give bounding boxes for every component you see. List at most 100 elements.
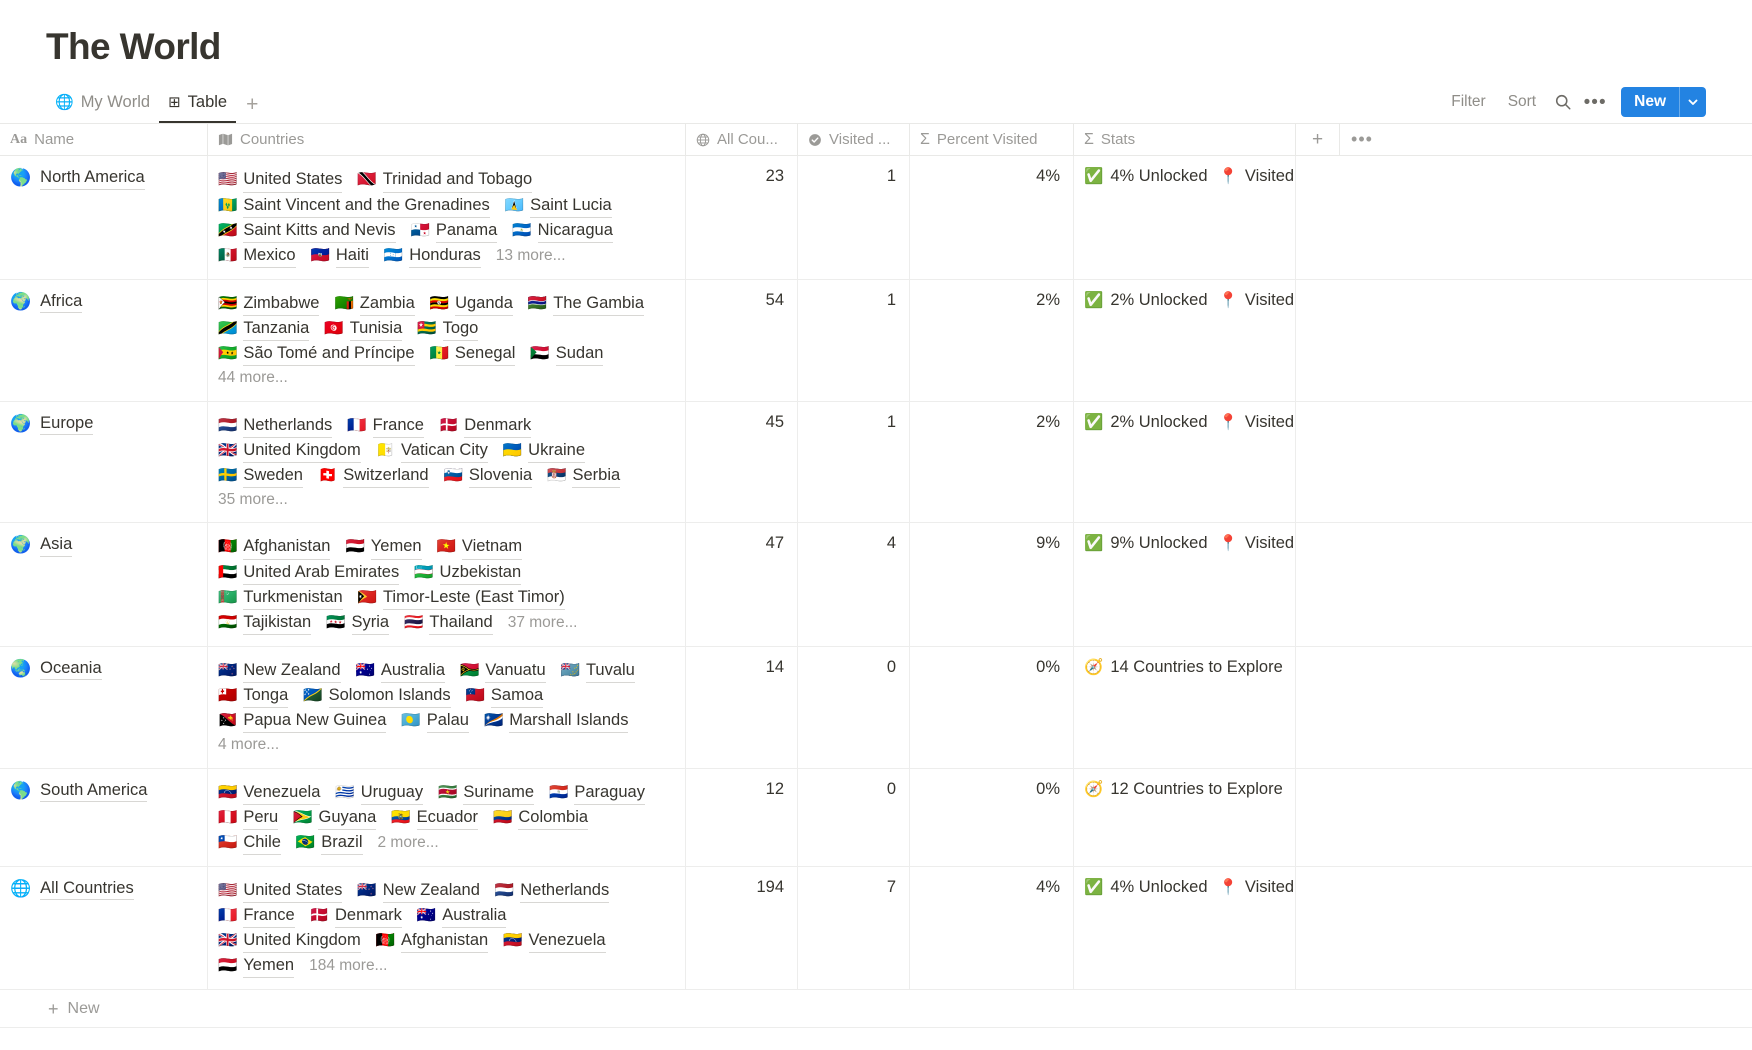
more-countries-link[interactable]: 35 more... — [218, 489, 288, 512]
cell-all-countries[interactable]: 14 — [686, 646, 798, 768]
country-chip[interactable]: 🇱🇨 Saint Lucia — [505, 193, 612, 218]
country-chip[interactable]: 🇨🇴 Colombia — [493, 805, 589, 830]
cell-countries[interactable]: 🇳🇱 Netherlands 🇫🇷 France 🇩🇰 Denmark 🇬🇧 United K… — [208, 401, 686, 523]
country-chip[interactable]: 🇫🇷 France — [347, 413, 424, 438]
new-row-button[interactable]: + New — [0, 990, 1752, 1029]
cell-countries[interactable]: 🇺🇸 United States 🇹🇹 Trinidad and Tobago 🇻🇨 Sa… — [208, 156, 686, 279]
search-icon[interactable] — [1547, 87, 1579, 117]
country-chip[interactable]: 🇵🇾 Paraguay — [549, 780, 645, 805]
cell-countries[interactable]: 🇳🇿 New Zealand 🇦🇺 Australia 🇻🇺 Vanuatu 🇹🇻 Tuval… — [208, 646, 686, 768]
cell-visited[interactable]: 0 — [798, 768, 910, 866]
country-chip[interactable]: 🇻🇪 Venezuela — [503, 928, 606, 954]
cell-visited[interactable]: 4 — [798, 523, 910, 646]
cell-stats[interactable]: 🧭 12 Countries to Explore — [1074, 768, 1296, 866]
column-header-visited[interactable]: Visited ... — [798, 123, 910, 157]
country-chip[interactable]: 🇺🇸 United States — [218, 878, 343, 903]
country-chip[interactable]: 🇦🇫 Afghanistan — [376, 928, 489, 954]
cell-countries[interactable]: 🇻🇪 Venezuela 🇺🇾 Uruguay 🇸🇷 Suriname 🇵🇾 Paraguay… — [208, 768, 686, 866]
country-chip[interactable]: 🇺🇾 Uruguay — [335, 780, 424, 805]
cell-percent-visited[interactable]: 0% — [910, 768, 1074, 866]
country-chip[interactable]: 🇹🇿 Tanzania — [218, 316, 310, 341]
country-chip[interactable]: 🇹🇬 Togo — [417, 316, 479, 341]
chevron-down-icon[interactable] — [1680, 87, 1706, 117]
country-chip[interactable]: 🇨🇭 Switzerland — [318, 463, 429, 488]
country-chip[interactable]: 🇸🇩 Sudan — [530, 341, 604, 366]
country-chip[interactable]: 🇻🇪 Venezuela — [218, 780, 321, 805]
country-chip[interactable]: 🇷🇸 Serbia — [547, 463, 621, 488]
country-chip[interactable]: 🇬🇾 Guyana — [293, 805, 377, 830]
table-row[interactable]: 🌍 Europe 🇳🇱 Netherlands 🇫🇷 France 🇩🇰 Denmark 🇬🇧 U… — [0, 401, 1752, 524]
more-countries-link[interactable]: 4 more... — [218, 734, 279, 757]
row-title-link[interactable]: North America — [40, 167, 145, 190]
country-chip[interactable]: 🇼🇸 Samoa — [466, 683, 544, 708]
country-chip[interactable]: 🇵🇬 Papua New Guinea — [218, 708, 387, 734]
cell-countries[interactable]: 🇦🇫 Afghanistan 🇾🇪 Yemen 🇻🇳 Vietnam 🇦🇪 United Ar… — [208, 523, 686, 646]
sort-button[interactable]: Sort — [1497, 89, 1547, 115]
country-chip[interactable]: 🇹🇲 Turkmenistan — [218, 585, 343, 610]
more-options-icon[interactable]: ••• — [1579, 87, 1611, 117]
column-header-percent-visited[interactable]: Σ Percent Visited — [910, 123, 1074, 157]
cell-name[interactable]: 🌎 South America — [0, 768, 208, 866]
filter-button[interactable]: Filter — [1440, 89, 1496, 115]
country-chip[interactable]: 🇩🇰 Denmark — [310, 903, 402, 929]
table-row[interactable]: 🌍 Asia 🇦🇫 Afghanistan 🇾🇪 Yemen 🇻🇳 Vietnam 🇦🇪 Unit… — [0, 523, 1752, 647]
table-row[interactable]: 🌍 Africa 🇿🇼 Zimbabwe 🇿🇲 Zambia 🇺🇬 Uganda 🇬🇲 The G… — [0, 279, 1752, 402]
country-chip[interactable]: 🇻🇨 Saint Vincent and the Grenadines — [218, 193, 490, 218]
cell-percent-visited[interactable]: 0% — [910, 646, 1074, 768]
country-chip[interactable]: 🇧🇷 Brazil — [296, 830, 363, 855]
more-countries-link[interactable]: 37 more... — [508, 612, 578, 635]
cell-name[interactable]: 🌍 Africa — [0, 279, 208, 401]
country-chip[interactable]: 🇬🇧 United Kingdom — [218, 928, 361, 954]
more-countries-link[interactable]: 44 more... — [218, 367, 288, 390]
tab-my-world[interactable]: 🌐 My World — [46, 89, 159, 123]
country-chip[interactable]: 🇦🇺 Australia — [356, 658, 446, 683]
cell-stats[interactable]: ✅ 4% Unlocked 📍 Visited 1 of — [1074, 156, 1296, 279]
cell-all-countries[interactable]: 23 — [686, 156, 798, 279]
column-header-stats[interactable]: Σ Stats — [1074, 123, 1296, 157]
new-button[interactable]: New — [1621, 87, 1679, 117]
table-row[interactable]: 🌎 South America 🇻🇪 Venezuela 🇺🇾 Uruguay 🇸🇷 Suri… — [0, 768, 1752, 867]
country-chip[interactable]: 🇸🇪 Sweden — [218, 463, 303, 488]
country-chip[interactable]: 🇿🇲 Zambia — [334, 291, 415, 316]
row-title-link[interactable]: Africa — [40, 291, 83, 314]
country-chip[interactable]: 🇨🇱 Chile — [218, 830, 281, 855]
cell-percent-visited[interactable]: 2% — [910, 401, 1074, 523]
country-chip[interactable]: 🇪🇨 Ecuador — [391, 805, 479, 830]
row-title-link[interactable]: South America — [40, 780, 148, 803]
country-chip[interactable]: 🇳🇿 New Zealand — [357, 878, 480, 903]
country-chip[interactable]: 🇬🇧 United Kingdom — [218, 438, 361, 463]
country-chip[interactable]: 🇲🇭 Marshall Islands — [484, 708, 629, 734]
row-title-link[interactable]: Oceania — [40, 658, 102, 681]
country-chip[interactable]: 🇸🇧 Solomon Islands — [303, 683, 451, 708]
country-chip[interactable]: 🇵🇼 Palau — [401, 708, 469, 734]
country-chip[interactable]: 🇻🇦 Vatican City — [376, 438, 488, 463]
country-chip[interactable]: 🇹🇳 Tunisia — [324, 316, 403, 341]
cell-countries[interactable]: 🇺🇸 United States 🇳🇿 New Zealand 🇳🇱 Netherland… — [208, 866, 686, 990]
country-chip[interactable]: 🇸🇷 Suriname — [438, 780, 535, 805]
country-chip[interactable]: 🇸🇹 São Tomé and Príncipe — [218, 341, 415, 366]
cell-stats[interactable]: ✅ 2% Unlocked 📍 Visited 1 of — [1074, 279, 1296, 401]
country-chip[interactable]: 🇺🇿 Uzbekistan — [414, 560, 522, 585]
country-chip[interactable]: 🇳🇱 Netherlands — [218, 413, 333, 438]
row-title-link[interactable]: Europe — [40, 413, 94, 436]
country-chip[interactable]: 🇫🇷 France — [218, 903, 295, 929]
more-countries-link[interactable]: 2 more... — [378, 832, 439, 855]
column-header-all-countries[interactable]: All Cou... — [686, 123, 798, 157]
cell-stats[interactable]: ✅ 2% Unlocked 📍 Visited 1 of — [1074, 401, 1296, 523]
add-column-button[interactable]: + — [1296, 123, 1340, 157]
cell-percent-visited[interactable]: 9% — [910, 523, 1074, 646]
cell-stats[interactable]: ✅ 4% Unlocked 📍 Visited 7 of — [1074, 866, 1296, 990]
country-chip[interactable]: 🇹🇱 Timor-Leste (East Timor) — [358, 585, 565, 610]
cell-name[interactable]: 🌏 Oceania — [0, 646, 208, 768]
tab-table[interactable]: ⊞ Table — [159, 89, 237, 124]
country-chip[interactable]: 🇹🇭 Thailand — [404, 610, 493, 635]
cell-visited[interactable]: 1 — [798, 156, 910, 279]
country-chip[interactable]: 🇸🇮 Slovenia — [444, 463, 533, 488]
table-row[interactable]: 🌐 All Countries 🇺🇸 United States 🇳🇿 New Zeala… — [0, 866, 1752, 991]
cell-all-countries[interactable]: 47 — [686, 523, 798, 646]
country-chip[interactable]: 🇭🇳 Honduras — [384, 243, 481, 268]
column-header-countries[interactable]: Countries — [208, 123, 686, 157]
cell-name[interactable]: 🌍 Europe — [0, 401, 208, 523]
country-chip[interactable]: 🇸🇳 Senegal — [430, 341, 516, 366]
country-chip[interactable]: 🇻🇳 Vietnam — [437, 534, 523, 560]
